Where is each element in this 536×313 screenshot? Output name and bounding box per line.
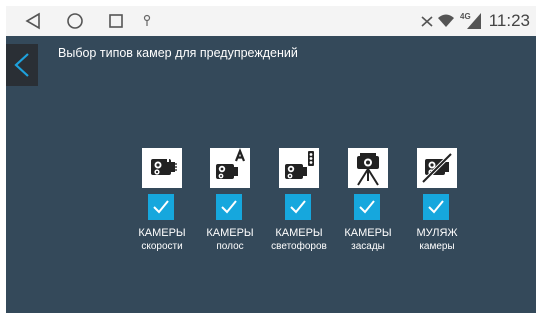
cellular-4g-icon [467, 13, 481, 29]
checkbox-ambush[interactable] [354, 194, 380, 220]
ambush-camera-icon [348, 148, 388, 188]
traffic-light-camera-icon [279, 148, 319, 188]
camera-label-subtitle: камеры [419, 241, 455, 252]
recent-apps-icon[interactable] [108, 13, 124, 29]
chevron-left-icon [14, 53, 29, 77]
lane-camera-icon [210, 148, 250, 188]
checkmark-icon [359, 200, 375, 214]
location-icon [143, 14, 151, 26]
checkmark-icon [428, 200, 444, 214]
checkmark-icon [221, 200, 237, 214]
home-icon[interactable] [66, 12, 84, 30]
checkmark-icon [290, 200, 306, 214]
status-bar: 4G 11:23 [6, 6, 536, 36]
checkbox-lane[interactable] [216, 194, 242, 220]
speed-camera-icon [142, 148, 182, 188]
screen: 4G 11:23 Выбор типов камер для предупреж… [6, 6, 536, 313]
page-title: Выбор типов камер для предупреждений [58, 46, 298, 60]
camera-label-title: МУЛЯЖ [416, 227, 458, 239]
checkbox-traffic-light[interactable] [285, 194, 311, 220]
back-button[interactable] [6, 44, 38, 86]
wifi-icon [438, 14, 454, 27]
checkbox-dummy[interactable] [423, 194, 449, 220]
checkmark-icon [153, 200, 169, 214]
checkbox-speed[interactable] [148, 194, 174, 220]
header: Выбор типов камер для предупреждений [6, 36, 536, 96]
dummy-camera-icon [417, 148, 457, 188]
signal-off-icon [421, 16, 433, 27]
clock: 11:23 [488, 11, 530, 30]
back-icon[interactable] [24, 12, 42, 30]
